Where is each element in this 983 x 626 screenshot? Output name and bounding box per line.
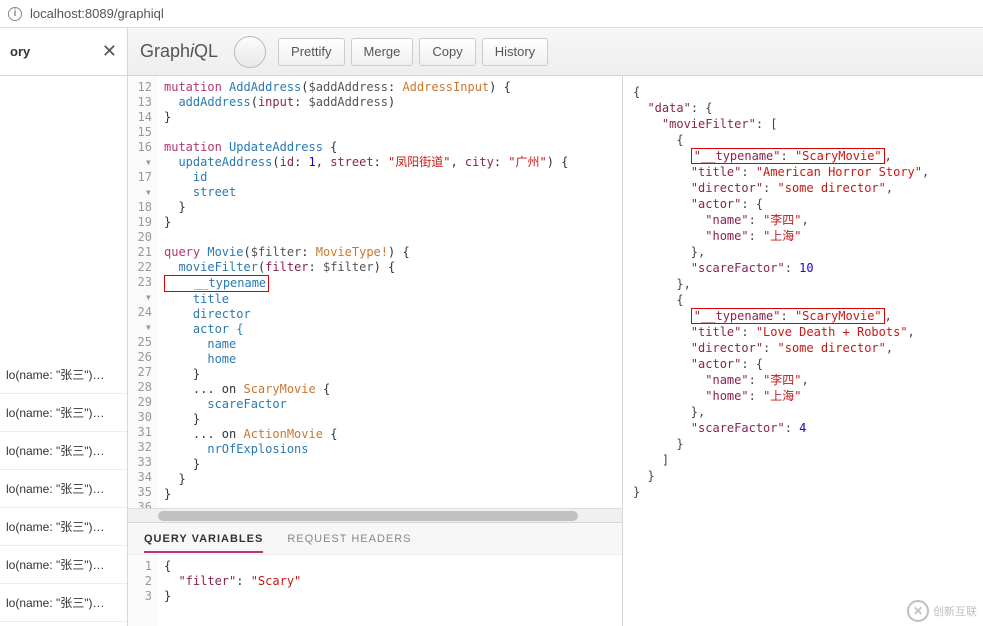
url-text: localhost:8089/graphiql xyxy=(30,6,164,21)
typename-result-highlight: "__typename": "ScaryMovie" xyxy=(691,148,885,164)
history-header: ory ✕ xyxy=(0,28,127,76)
info-icon: i xyxy=(8,7,22,21)
typename-result-highlight: "__typename": "ScaryMovie" xyxy=(691,308,885,324)
left-editor: 1213141516 ▾17 ▾181920212223 ▾24 ▾252627… xyxy=(128,76,623,626)
typename-highlight: __typename xyxy=(164,275,269,292)
close-icon[interactable]: ✕ xyxy=(102,41,117,62)
vars-gutter: 123 xyxy=(128,555,158,626)
history-item[interactable]: lo(name: "张三")… xyxy=(0,394,127,432)
line-gutter: 1213141516 ▾17 ▾181920212223 ▾24 ▾252627… xyxy=(128,76,158,508)
vars-code[interactable]: { "filter": "Scary" } xyxy=(158,555,622,626)
tab-query-variables[interactable]: QUERY VARIABLES xyxy=(144,533,263,553)
history-item[interactable]: lo(name: "张三")… xyxy=(0,584,127,622)
toolbar: GraphiQL Prettify Merge Copy History xyxy=(128,28,983,76)
history-button[interactable]: History xyxy=(482,38,548,66)
history-item[interactable]: lo(name: "张三")… xyxy=(0,432,127,470)
scrollbar-thumb[interactable] xyxy=(158,511,578,521)
prettify-button[interactable]: Prettify xyxy=(278,38,344,66)
history-item[interactable]: lo(name: "张三")… xyxy=(0,508,127,546)
result-panel[interactable]: { "data": { "movieFilter": [ { "__typena… xyxy=(623,76,983,626)
variables-tabs: QUERY VARIABLES REQUEST HEADERS xyxy=(128,522,622,554)
history-item[interactable]: lo(name: "张三")… xyxy=(0,546,127,584)
history-panel: ory ✕ lo(name: "张三")… lo(name: "张三")… lo… xyxy=(0,28,128,626)
history-item[interactable]: lo(name: "张三")… xyxy=(0,356,127,394)
query-editor[interactable]: 1213141516 ▾17 ▾181920212223 ▾24 ▾252627… xyxy=(128,76,622,508)
history-title: ory xyxy=(10,44,30,59)
editor-panel: GraphiQL Prettify Merge Copy History 121… xyxy=(128,28,983,626)
graphiql-logo: GraphiQL xyxy=(140,41,218,62)
query-code[interactable]: mutation AddAddress($addAddress: Address… xyxy=(158,76,622,508)
merge-button[interactable]: Merge xyxy=(351,38,414,66)
address-bar[interactable]: i localhost:8089/graphiql xyxy=(0,0,983,28)
copy-button[interactable]: Copy xyxy=(419,38,475,66)
history-item[interactable]: lo(name: "张三")… xyxy=(0,470,127,508)
execute-button[interactable] xyxy=(234,36,266,68)
variables-editor[interactable]: 123 { "filter": "Scary" } xyxy=(128,554,622,626)
tab-request-headers[interactable]: REQUEST HEADERS xyxy=(287,533,411,545)
history-list: lo(name: "张三")… lo(name: "张三")… lo(name:… xyxy=(0,76,127,626)
horizontal-scrollbar[interactable] xyxy=(128,508,622,522)
